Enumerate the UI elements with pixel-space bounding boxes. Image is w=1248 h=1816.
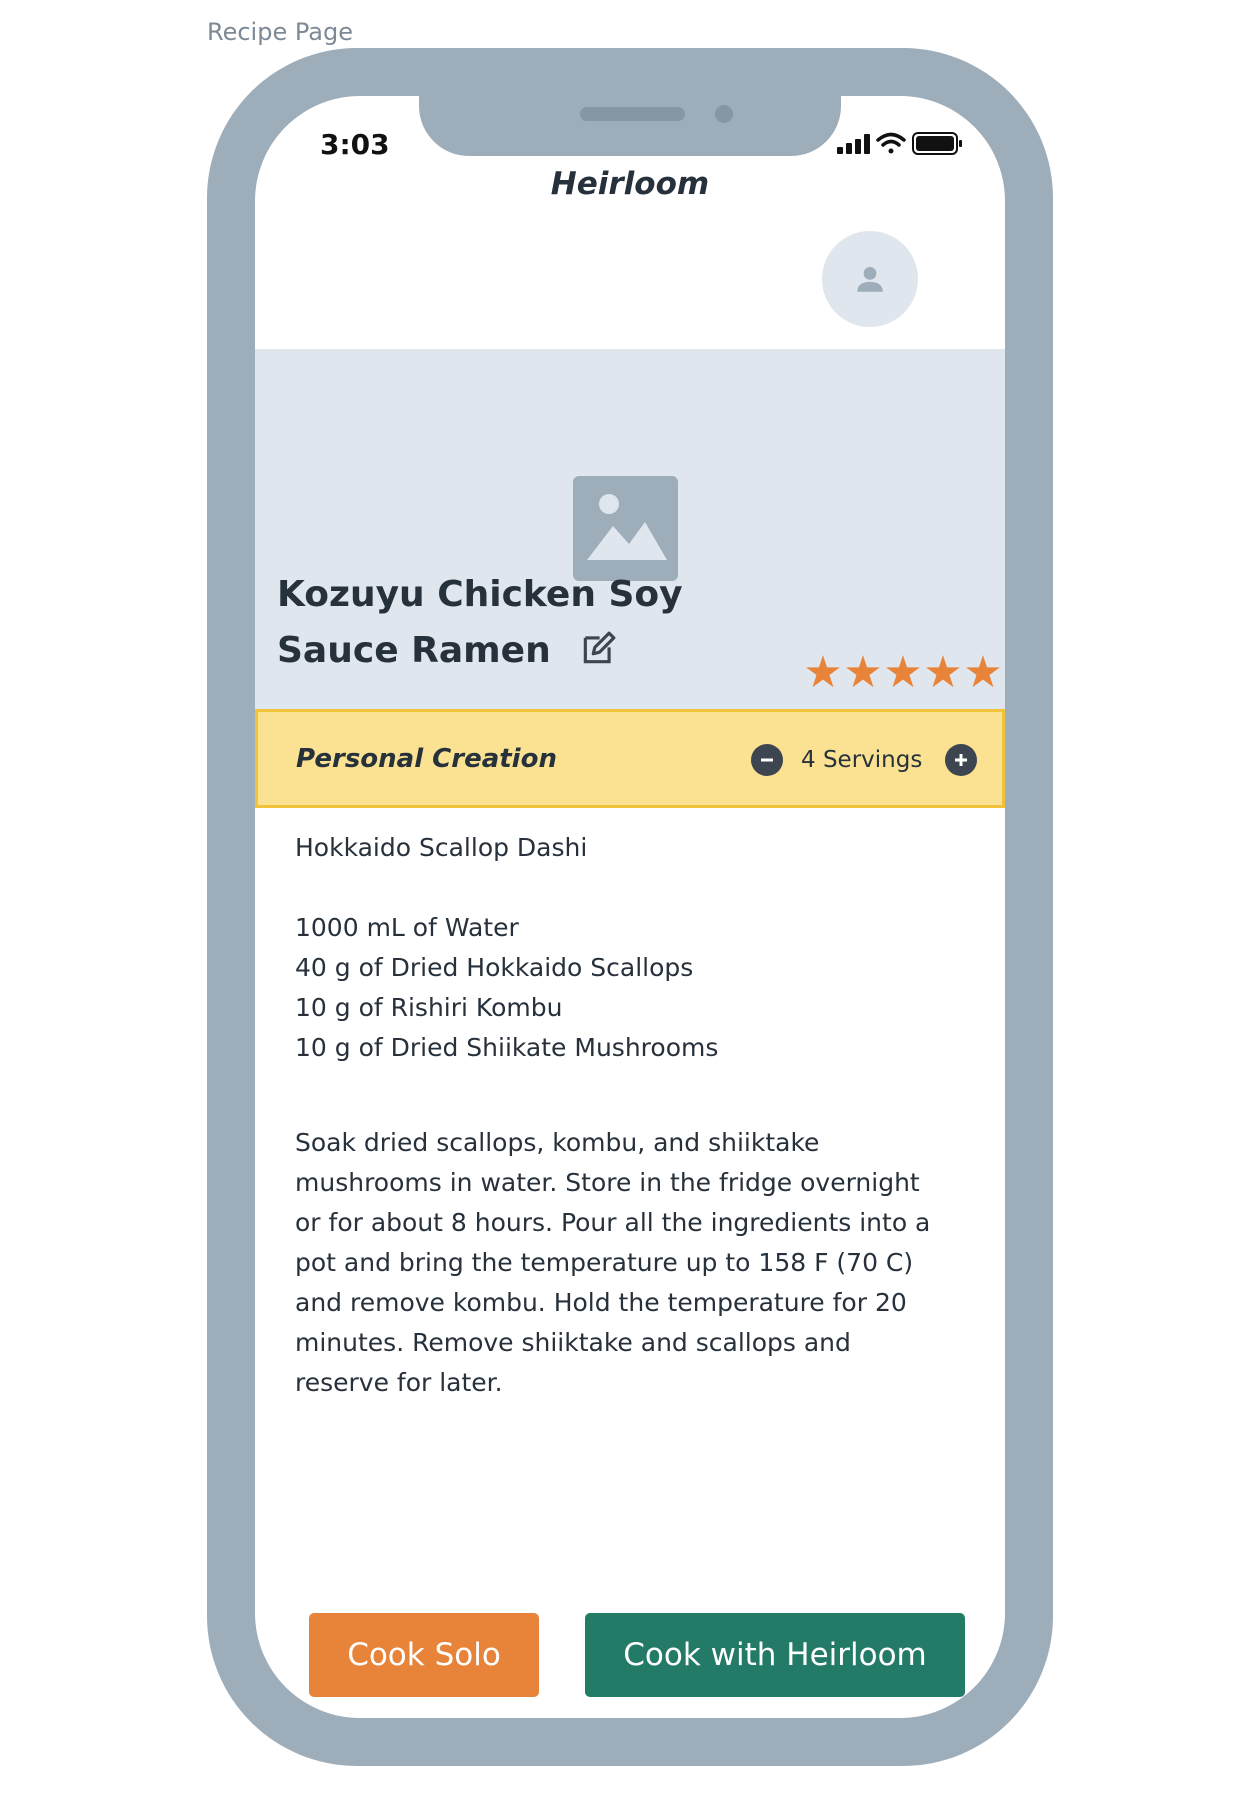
cook-with-heirloom-button[interactable]: Cook with Heirloom xyxy=(585,1613,965,1697)
edit-icon[interactable] xyxy=(579,630,617,668)
status-icons xyxy=(837,128,977,160)
phone-screen: 3:03 Heirloom Kozuyu Chicken Soy Sauce R… xyxy=(255,96,1005,1718)
app-title: Heirloom xyxy=(550,166,710,202)
servings-count: 4 Servings xyxy=(801,747,923,773)
cook-solo-button[interactable]: Cook Solo xyxy=(309,1613,539,1697)
instructions-text: Soak dried scallops, kombu, and shiiktak… xyxy=(295,1128,931,1397)
ingredient-item: 10 g of Dried Shiikate Mushrooms xyxy=(295,1033,719,1062)
rating-stars: ★ ★ ★ ★ ★ xyxy=(803,651,1003,695)
section-title: Hokkaido Scallop Dashi xyxy=(295,833,588,862)
speaker-grille xyxy=(580,107,685,121)
user-icon xyxy=(857,266,883,292)
profile-avatar-button[interactable] xyxy=(822,231,918,327)
frame-label: Recipe Page xyxy=(207,18,353,46)
increase-servings-button[interactable] xyxy=(945,744,978,776)
creation-label: Personal Creation xyxy=(296,744,557,774)
ingredient-item: 40 g of Dried Hokkaido Scallops xyxy=(295,953,694,982)
recipe-hero: Kozuyu Chicken Soy Sauce Ramen ★ ★ ★ ★ ★ xyxy=(255,349,1005,709)
star-icon: ★ xyxy=(963,647,1003,698)
image-placeholder-icon xyxy=(573,476,678,581)
recipe-title: Kozuyu Chicken Soy Sauce Ramen xyxy=(277,567,797,679)
front-camera xyxy=(715,105,733,123)
ingredient-item: 1000 mL of Water xyxy=(295,913,519,942)
signal-icon xyxy=(837,134,870,154)
star-icon: ★ xyxy=(843,647,883,698)
servings-control: 4 Servings xyxy=(751,744,978,776)
ingredient-item: 10 g of Rishiri Kombu xyxy=(295,993,563,1022)
battery-icon xyxy=(912,132,962,155)
status-time: 3:03 xyxy=(320,128,390,161)
star-icon: ★ xyxy=(923,647,963,698)
creation-banner: Personal Creation 4 Servings xyxy=(255,709,1005,808)
minus-circle-icon xyxy=(761,758,773,762)
star-icon: ★ xyxy=(803,647,843,698)
plus-circle-icon xyxy=(955,754,968,766)
recipe-title-text: Kozuyu Chicken Soy Sauce Ramen xyxy=(277,574,683,671)
wifi-icon xyxy=(876,132,906,154)
decrease-servings-button[interactable] xyxy=(751,744,783,776)
phone-frame: 3:03 Heirloom Kozuyu Chicken Soy Sauce R… xyxy=(207,48,1053,1766)
device-notch xyxy=(419,96,841,156)
ingredient-list: 1000 mL of Water 40 g of Dried Hokkaido … xyxy=(295,908,945,1068)
star-icon: ★ xyxy=(883,647,923,698)
